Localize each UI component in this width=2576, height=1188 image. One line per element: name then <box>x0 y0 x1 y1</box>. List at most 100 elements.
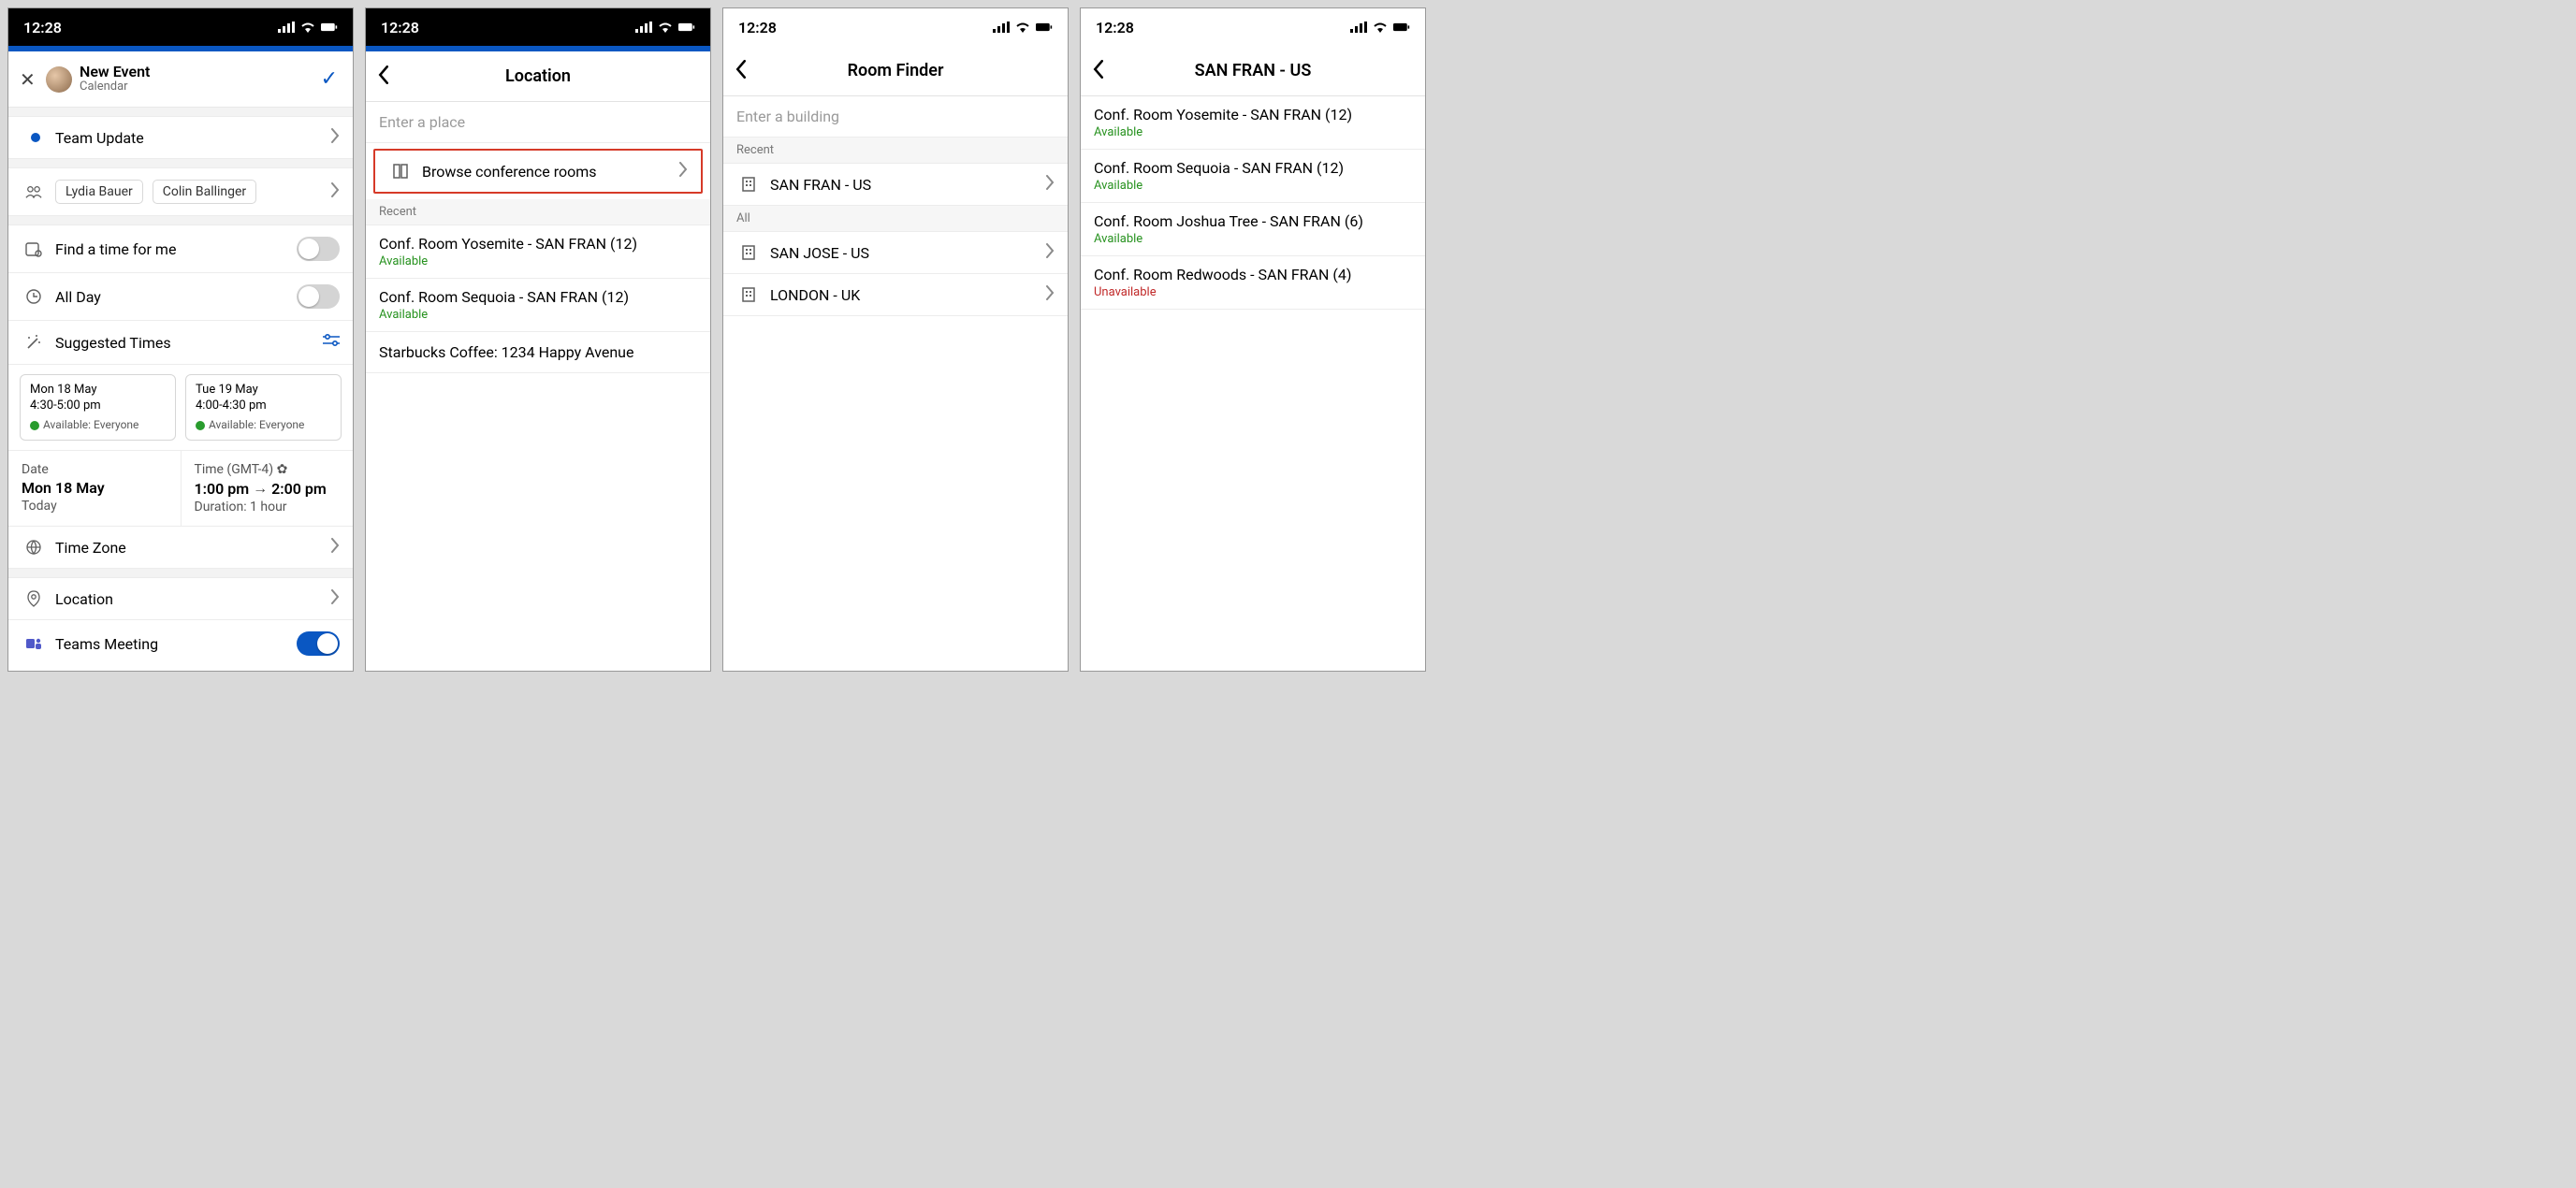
room-name: Conf. Room Yosemite - SAN FRAN (12) <box>379 235 697 253</box>
clock-icon <box>22 288 46 305</box>
building-icon <box>736 176 761 193</box>
header-subtitle: Calendar <box>80 80 317 94</box>
recent-section-label: Recent <box>723 138 1068 164</box>
navbar: SAN FRAN - US <box>1081 46 1425 96</box>
recent-room-item[interactable]: Conf. Room Sequoia - SAN FRAN (12) Avail… <box>366 279 710 332</box>
teams-meeting-row[interactable]: Teams Meeting <box>8 620 353 667</box>
sliders-icon[interactable] <box>323 332 340 353</box>
location-icon <box>22 590 46 607</box>
status-bar: 12:28 <box>1081 8 1425 46</box>
all-day-toggle[interactable] <box>297 284 340 309</box>
status-bar: 12:28 <box>8 8 353 46</box>
building-search-input[interactable]: Enter a building <box>723 96 1068 138</box>
status-icons <box>1350 21 1410 34</box>
signal-icon <box>635 21 652 34</box>
place-name: Starbucks Coffee: 1234 Happy Avenue <box>379 343 697 361</box>
room-status: Available <box>1094 179 1412 193</box>
find-time-row[interactable]: Find a time for me <box>8 225 353 273</box>
timezone-row[interactable]: Time Zone <box>8 527 353 569</box>
battery-icon <box>1393 21 1410 34</box>
teams-toggle[interactable] <box>297 631 340 656</box>
all-day-row[interactable]: All Day <box>8 273 353 321</box>
room-item[interactable]: Conf. Room Yosemite - SAN FRAN (12) Avai… <box>1081 96 1425 150</box>
timezone-label: Time Zone <box>46 539 330 557</box>
room-item[interactable]: Conf. Room Joshua Tree - SAN FRAN (6) Av… <box>1081 203 1425 256</box>
recent-room-item[interactable]: Conf. Room Yosemite - SAN FRAN (12) Avai… <box>366 225 710 279</box>
card-avail: Available: Everyone <box>209 418 304 433</box>
find-time-toggle[interactable] <box>297 237 340 261</box>
all-day-label: All Day <box>46 288 297 306</box>
location-search-input[interactable]: Enter a place <box>366 102 710 143</box>
card-avail: Available: Everyone <box>43 418 138 433</box>
status-bar: 12:28 <box>366 8 710 46</box>
attendee-pill[interactable]: Lydia Bauer <box>55 180 143 204</box>
status-icons <box>993 21 1053 34</box>
room-name: Conf. Room Redwoods - SAN FRAN (4) <box>1094 266 1412 283</box>
room-status: Unavailable <box>1094 285 1412 299</box>
building-icon <box>736 286 761 303</box>
browse-rooms-row[interactable]: Browse conference rooms <box>375 151 701 192</box>
signal-icon <box>993 21 1010 34</box>
event-title-row[interactable]: Team Update <box>8 117 353 159</box>
browse-rooms-highlight: Browse conference rooms <box>373 149 703 194</box>
location-label: Location <box>46 590 330 608</box>
screen-location: 12:28 Location Enter a place Browse conf… <box>365 7 711 672</box>
building-item[interactable]: SAN FRAN - US <box>723 164 1068 206</box>
time-end: 2:00 pm <box>271 480 327 498</box>
close-icon[interactable]: ✕ <box>20 68 46 91</box>
screen-new-event: 12:28 ✕ New Event Calendar ✓ Team Update… <box>7 7 354 672</box>
chevron-right-icon <box>330 128 340 147</box>
card-day: Tue 19 May <box>196 383 331 398</box>
page-title: Room Finder <box>761 61 1030 80</box>
room-name: Conf. Room Sequoia - SAN FRAN (12) <box>379 288 697 306</box>
time-sub: Duration: 1 hour <box>195 500 341 514</box>
door-icon <box>388 163 413 180</box>
date-cell[interactable]: Date Mon 18 May Today <box>8 451 181 526</box>
status-time: 12:28 <box>738 19 777 36</box>
time-start: 1:00 pm <box>195 480 250 498</box>
attendees-row[interactable]: Lydia Bauer Colin Ballinger <box>8 168 353 216</box>
building-item[interactable]: LONDON - UK <box>723 274 1068 316</box>
room-item[interactable]: Conf. Room Redwoods - SAN FRAN (4) Unava… <box>1081 256 1425 310</box>
room-name: Conf. Room Joshua Tree - SAN FRAN (6) <box>1094 212 1412 230</box>
signal-icon <box>1350 21 1367 34</box>
event-title: Team Update <box>46 129 330 147</box>
room-item[interactable]: Conf. Room Sequoia - SAN FRAN (12) Avail… <box>1081 150 1425 203</box>
back-button[interactable] <box>1092 60 1118 82</box>
building-item[interactable]: SAN JOSE - US <box>723 232 1068 274</box>
confirm-icon[interactable]: ✓ <box>317 67 342 91</box>
room-status: Available <box>379 308 697 322</box>
arrow-right-icon: → <box>253 479 268 498</box>
chevron-right-icon <box>330 589 340 608</box>
signal-icon <box>278 21 295 34</box>
card-day: Mon 18 May <box>30 383 166 398</box>
back-button[interactable] <box>735 60 761 82</box>
back-button[interactable] <box>377 65 403 88</box>
suggested-time-card[interactable]: Mon 18 May 4:30-5:00 pm Available: Every… <box>20 374 176 441</box>
find-time-label: Find a time for me <box>46 240 297 258</box>
globe-icon <box>22 539 46 556</box>
navbar: Room Finder <box>723 46 1068 96</box>
status-time: 12:28 <box>381 19 419 36</box>
status-icons <box>635 21 695 34</box>
check-dot-icon <box>196 421 205 430</box>
wifi-icon <box>657 21 674 34</box>
suggested-time-card[interactable]: Tue 19 May 4:00-4:30 pm Available: Every… <box>185 374 342 441</box>
date-sub: Today <box>22 499 167 514</box>
date-time-row: Date Mon 18 May Today Time (GMT-4) ✿ 1:0… <box>8 451 353 527</box>
timezone-icon: ✿ <box>277 462 288 477</box>
location-row[interactable]: Location <box>8 578 353 620</box>
teams-icon <box>22 635 46 652</box>
recent-place-item[interactable]: Starbucks Coffee: 1234 Happy Avenue <box>366 332 710 373</box>
room-name: Conf. Room Yosemite - SAN FRAN (12) <box>1094 106 1412 123</box>
card-range: 4:00-4:30 pm <box>196 398 331 414</box>
attendee-pill[interactable]: Colin Ballinger <box>153 180 256 204</box>
suggested-times-row[interactable]: Suggested Times <box>8 321 353 365</box>
building-name: LONDON - UK <box>761 286 1045 304</box>
browse-label: Browse conference rooms <box>413 163 678 181</box>
building-name: SAN JOSE - US <box>761 244 1045 262</box>
time-cell[interactable]: Time (GMT-4) ✿ 1:00 pm → 2:00 pm Duratio… <box>181 451 354 526</box>
avatar <box>46 66 72 93</box>
chevron-right-icon <box>1045 175 1055 194</box>
people-icon <box>22 183 46 200</box>
